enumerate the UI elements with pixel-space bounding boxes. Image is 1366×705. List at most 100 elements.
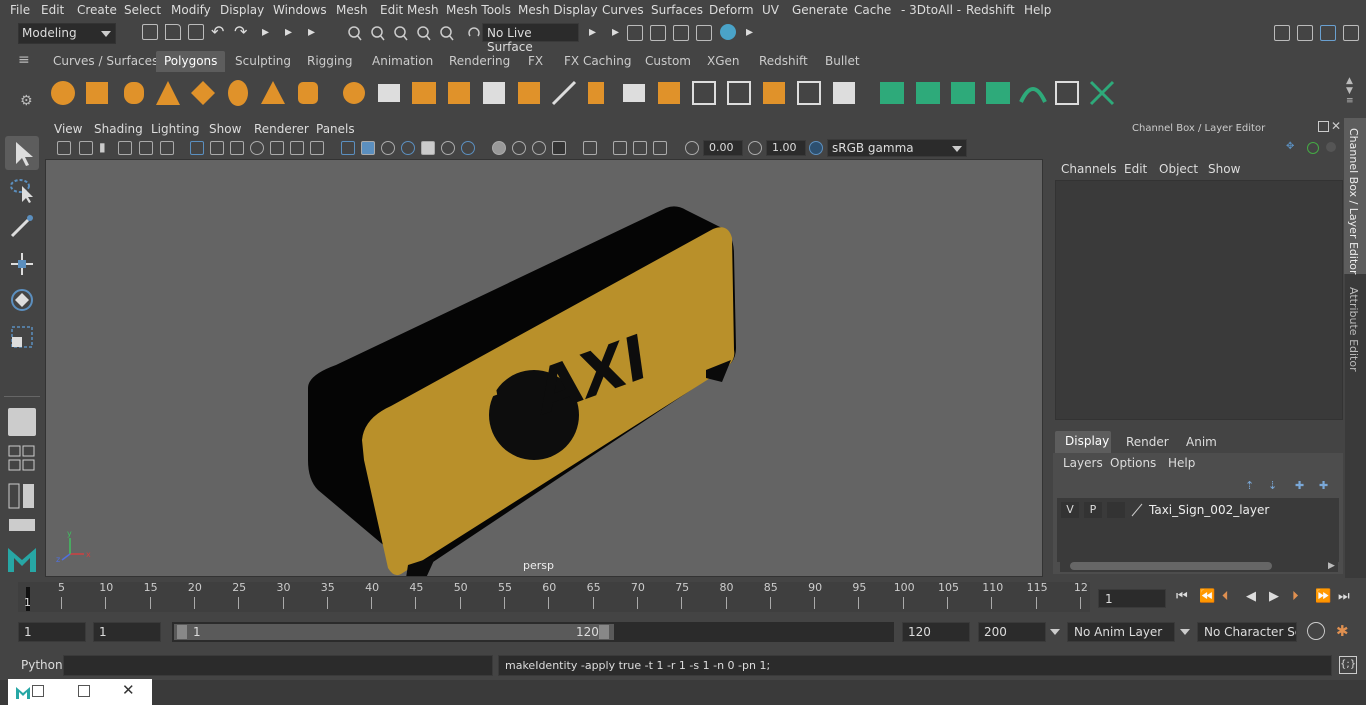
new-layer-icon[interactable]: ✚ [1295, 479, 1304, 492]
layers-menu-help[interactable]: Help [1168, 456, 1195, 470]
menu-edit[interactable]: Edit [41, 3, 64, 17]
tab-rendering[interactable]: Rendering [441, 51, 518, 72]
scale-tool-icon[interactable] [8, 323, 36, 351]
layout-four-icon[interactable] [8, 444, 36, 472]
layout-single-icon[interactable] [8, 408, 36, 436]
chevron-down-icon[interactable] [1180, 629, 1190, 635]
shadows-icon[interactable] [461, 141, 475, 155]
tab-curves-surfaces[interactable]: Curves / Surfaces [45, 51, 166, 72]
lasso-tool-icon[interactable] [8, 176, 36, 204]
anim-layer-field[interactable]: No Anim Layer [1067, 622, 1175, 642]
axis-toggle-icon[interactable]: ✥ [1286, 141, 1298, 153]
exposure-field[interactable]: 0.00 [703, 140, 743, 156]
select-tool-icon[interactable] [5, 136, 39, 170]
snap-live-icon[interactable] [467, 24, 481, 40]
isolate-select-icon[interactable] [583, 141, 597, 155]
anim-prefs-icon[interactable]: ✱ [1336, 622, 1356, 642]
snap-icons[interactable] [345, 24, 465, 42]
tab-sculpting[interactable]: Sculpting [227, 51, 299, 72]
menu-uv[interactable]: UV [762, 3, 779, 17]
viewport-3d[interactable]: T AXI x y z persp [45, 159, 1043, 577]
tab-fx[interactable]: FX [520, 51, 551, 72]
open-scene-icon[interactable] [165, 24, 181, 40]
input-ops-icon[interactable]: ▸ [589, 24, 596, 40]
layer-name[interactable]: Taxi_Sign_002_layer [1149, 503, 1269, 517]
color-space-dropdown[interactable]: sRGB gamma [827, 139, 967, 157]
layer-playback-toggle[interactable]: P [1084, 502, 1102, 518]
layer-visibility-toggle[interactable]: V [1061, 502, 1079, 518]
playback-start-field[interactable]: 1 [93, 622, 161, 642]
menu-file[interactable]: File [10, 3, 30, 17]
hypershade-icon[interactable] [720, 24, 736, 40]
select-object-icon[interactable]: ▸ [285, 24, 292, 40]
resolution-gate-icon[interactable] [230, 141, 244, 155]
default-material-icon[interactable] [381, 141, 395, 155]
vp-menu-show[interactable]: Show [209, 122, 241, 136]
textured-icon[interactable] [401, 141, 415, 155]
safe-action-icon[interactable] [290, 141, 304, 155]
ipr-render-icon[interactable] [673, 25, 689, 41]
menu-mesh[interactable]: Mesh [336, 3, 368, 17]
side-tab-channel-box[interactable]: Channel Box / Layer Editor [1344, 118, 1366, 275]
step-forward-key-icon[interactable]: ⏩ [1315, 589, 1331, 604]
channel-status-icon[interactable] [1326, 142, 1336, 152]
xray-active-icon[interactable] [633, 141, 647, 155]
tab-custom[interactable]: Custom [637, 51, 699, 72]
layer-scrollbar-thumb[interactable] [1070, 562, 1272, 570]
render-frame-icon[interactable] [650, 25, 666, 41]
tab-render[interactable]: Render [1126, 435, 1169, 449]
camera-attr-icon[interactable] [79, 141, 93, 155]
layout-outliner-icon[interactable] [8, 482, 36, 510]
play-backward-icon[interactable]: ◀ [1246, 589, 1256, 604]
rotate-tool-icon[interactable] [8, 286, 36, 314]
toggle-channel-box-icon[interactable] [1297, 25, 1313, 41]
gamma-icon[interactable] [748, 141, 762, 155]
vp-menu-view[interactable]: View [54, 122, 82, 136]
range-slider-handle[interactable] [174, 624, 614, 640]
move-layer-down-icon[interactable]: ⇣ [1268, 479, 1277, 492]
move-tool-icon[interactable] [8, 250, 36, 278]
workspace-icon[interactable] [1274, 25, 1290, 41]
script-editor-icon[interactable]: {;} [1339, 656, 1357, 674]
layer-type-toggle[interactable] [1107, 502, 1125, 518]
safe-title-icon[interactable] [310, 141, 324, 155]
menu-windows[interactable]: Windows [273, 3, 327, 17]
menu-mesh-display[interactable]: Mesh Display [518, 3, 598, 17]
select-hierarchy-icon[interactable]: ▸ [262, 24, 269, 40]
color-management-icon[interactable] [809, 141, 823, 155]
save-scene-icon[interactable] [188, 24, 204, 40]
gate-mask-icon[interactable] [250, 141, 264, 155]
channels-menu-edit[interactable]: Edit [1124, 162, 1147, 176]
close-icon[interactable]: ✕ [122, 681, 135, 699]
move-layer-up-icon[interactable]: ⇡ [1245, 479, 1254, 492]
menu-modify[interactable]: Modify [171, 3, 211, 17]
mode-dropdown[interactable]: Modeling [18, 23, 116, 44]
menu-help[interactable]: Help [1024, 3, 1051, 17]
expand-icon[interactable]: ▸ [746, 24, 753, 40]
layers-menu-options[interactable]: Options [1110, 456, 1156, 470]
float-panel-icon[interactable] [1318, 121, 1329, 132]
exposure-icon[interactable] [685, 141, 699, 155]
new-layer-selected-icon[interactable]: ✚ [1319, 479, 1328, 492]
go-to-start-icon[interactable]: ⏮ [1176, 589, 1188, 604]
step-back-frame-icon[interactable]: ⏴ [1222, 589, 1229, 604]
playback-end-field[interactable]: 120 [902, 622, 970, 642]
menu-3dtoall[interactable]: - 3DtoAll - [901, 3, 961, 17]
channels-menu-channels[interactable]: Channels [1061, 162, 1117, 176]
auto-key-icon[interactable] [1307, 622, 1325, 640]
tab-anim[interactable]: Anim [1186, 435, 1217, 449]
go-to-end-icon[interactable]: ⏭ [1338, 589, 1350, 604]
layers-menu-layers[interactable]: Layers [1063, 456, 1103, 470]
restore-icon[interactable] [32, 685, 44, 697]
tab-xgen[interactable]: XGen [699, 51, 748, 72]
range-slider-right-grip[interactable] [599, 625, 609, 639]
toggle-tool-settings-icon[interactable] [1343, 25, 1359, 41]
camera-select-icon[interactable] [57, 141, 71, 155]
menu-display[interactable]: Display [220, 3, 264, 17]
tab-polygons[interactable]: Polygons [156, 51, 226, 72]
undo-icon[interactable]: ↶ [211, 24, 224, 40]
range-slider-left-grip[interactable] [177, 625, 187, 639]
poly-edit-icons[interactable] [343, 80, 855, 106]
minimized-window[interactable]: ✕ [8, 679, 152, 705]
bookmark-icon[interactable]: ▮ [99, 141, 113, 155]
